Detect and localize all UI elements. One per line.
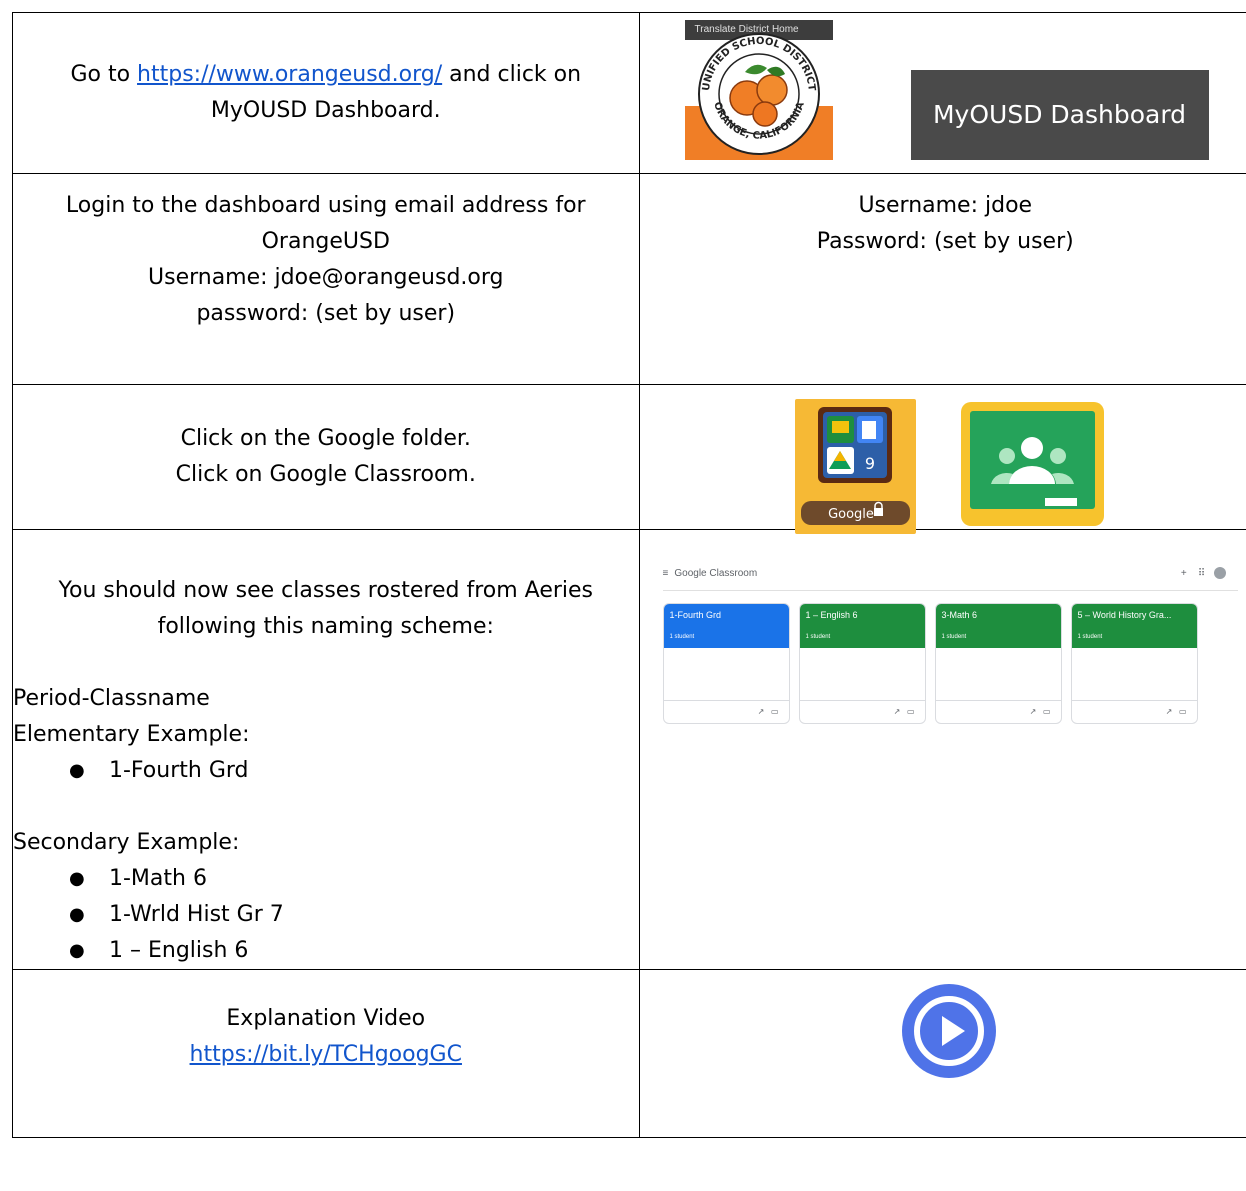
- row4-line-2: following this naming scheme:: [157, 614, 494, 639]
- class-card-actions[interactable]: ↗ ▭: [935, 700, 1061, 723]
- row1-text-line2: MyOUSD Dashboard.: [210, 98, 441, 123]
- google-classroom-screenshot: ≡ Google Classroom + ⠿ 1-Fourth Grd 1 stu…: [662, 563, 1238, 724]
- row5-instructions: Explanation Video https://bit.ly/TCHgoog…: [12, 969, 640, 1138]
- row3-line-2: Click on Google Classroom.: [175, 462, 476, 487]
- list-item: 1-Wrld Hist Gr 7: [69, 897, 639, 933]
- class-card-title: 5 – World History Gra...: [1077, 610, 1172, 620]
- row-step-2: Login to the dashboard using email addre…: [12, 173, 1246, 385]
- menu-icon[interactable]: ≡: [663, 568, 675, 579]
- elementary-list: 1-Fourth Grd: [13, 753, 639, 789]
- class-card[interactable]: 1 – English 6 1 student ↗ ▭: [798, 603, 926, 724]
- row3-line-1: Click on the Google folder.: [180, 426, 471, 451]
- row-step-5: Explanation Video https://bit.ly/TCHgoog…: [12, 969, 1246, 1138]
- secondary-title: Secondary Example:: [13, 830, 240, 855]
- svg-text:9: 9: [864, 454, 874, 473]
- class-card[interactable]: 5 – World History Gra... 1 student ↗ ▭: [1070, 603, 1198, 724]
- class-card-actions[interactable]: ↗ ▭: [1071, 700, 1197, 723]
- plus-icon[interactable]: +: [1181, 568, 1187, 579]
- class-card-sub: 1 student: [941, 634, 967, 640]
- row4-line-1: You should now see classes rostered from…: [58, 578, 594, 603]
- class-card-sub: 1 student: [805, 634, 831, 640]
- class-card-title: 3-Math 6: [941, 610, 978, 620]
- row1-images: Translate District Home UNIFIED SCHOOL D…: [638, 12, 1246, 174]
- row-step-1: Go to https://www.orangeusd.org/ and cli…: [12, 12, 1246, 174]
- elementary-title: Elementary Example:: [13, 722, 250, 747]
- row3-icons: 9 Google: [638, 384, 1246, 534]
- apps-grid-icon[interactable]: ⠿: [1198, 568, 1205, 579]
- class-card-actions[interactable]: ↗ ▭: [799, 700, 925, 723]
- svg-text:Google: Google: [828, 507, 874, 522]
- scheme-title: Period-Classname: [13, 686, 210, 711]
- row-step-4: You should now see classes rostered from…: [12, 529, 1246, 970]
- row2-credentials: Username: jdoe Password: (set by user): [638, 173, 1246, 385]
- row1-text-suffix: and click on: [442, 62, 582, 87]
- gc-app-title: Google Classroom: [674, 568, 758, 579]
- myousd-dashboard-button[interactable]: MyOUSD Dashboard: [910, 70, 1209, 160]
- avatar[interactable]: [1213, 567, 1226, 580]
- class-card[interactable]: 3-Math 6 1 student ↗ ▭: [934, 603, 1062, 724]
- list-item: 1-Math 6: [69, 861, 639, 897]
- class-card-sub: 1 student: [669, 634, 695, 640]
- class-card-sub: 1 student: [1077, 634, 1103, 640]
- class-card[interactable]: 1-Fourth Grd 1 student ↗ ▭: [662, 603, 790, 724]
- row5-video: [638, 969, 1246, 1138]
- google-classroom-icon[interactable]: [960, 402, 1104, 526]
- row2-username: Username: jdoe: [858, 193, 1033, 218]
- row4-instructions: You should now see classes rostered from…: [12, 529, 640, 970]
- video-title: Explanation Video: [226, 1006, 426, 1031]
- instruction-table-grid: Go to https://www.orangeusd.org/ and cli…: [12, 12, 1246, 1138]
- row2-line-2: OrangeUSD: [261, 229, 390, 254]
- video-link[interactable]: https://bit.ly/TCHgoogGC: [190, 1042, 462, 1067]
- class-card-actions[interactable]: ↗ ▭: [663, 700, 789, 723]
- instruction-table: Go to https://www.orangeusd.org/ and cli…: [12, 12, 1246, 1138]
- district-seal-icon: UNIFIED SCHOOL DISTRICT ORANGE, CALIFORN…: [697, 33, 820, 155]
- row2-line-4: password: (set by user): [196, 301, 456, 326]
- row2-line-3: Username: jdoe@orangeusd.org: [148, 265, 504, 290]
- class-card-title: 1-Fourth Grd: [669, 610, 722, 620]
- row2-instructions: Login to the dashboard using email addre…: [12, 173, 640, 385]
- list-item: 1 – English 6: [69, 933, 639, 969]
- play-video-icon[interactable]: [901, 984, 996, 1078]
- orangeusd-link[interactable]: https://www.orangeusd.org/: [137, 62, 442, 87]
- row1-instructions: Go to https://www.orangeusd.org/ and cli…: [12, 12, 640, 174]
- row3-instructions: Click on the Google folder. Click on Goo…: [12, 384, 640, 530]
- row2-password: Password: (set by user): [816, 229, 1074, 254]
- google-folder-icon[interactable]: 9 Google: [794, 399, 916, 534]
- row2-line-1: Login to the dashboard using email addre…: [65, 193, 586, 218]
- list-item: 1-Fourth Grd: [69, 753, 639, 789]
- row-step-3: Click on the Google folder. Click on Goo…: [12, 384, 1246, 534]
- orange-usd-logo: Translate District Home UNIFIED SCHOOL D…: [684, 20, 833, 160]
- secondary-list: 1-Math 6 1-Wrld Hist Gr 7 1 – English 6: [13, 861, 639, 969]
- row4-screenshot: ≡ Google Classroom + ⠿ 1-Fourth Grd 1 stu…: [638, 529, 1246, 970]
- class-card-title: 1 – English 6: [805, 610, 858, 620]
- row1-text-prefix: Go to: [70, 62, 138, 87]
